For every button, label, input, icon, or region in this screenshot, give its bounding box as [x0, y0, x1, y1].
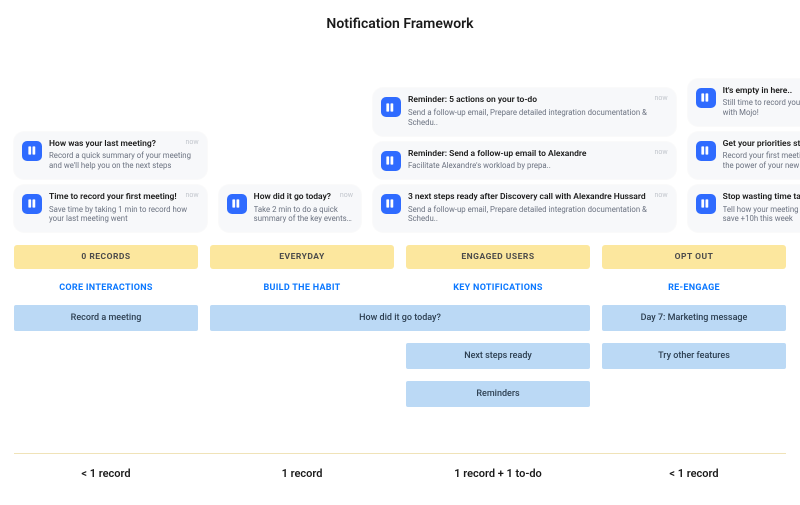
action-record-meeting: Record a meeting — [14, 305, 198, 331]
footer-label: 1 record — [210, 467, 394, 480]
notification-body: Save time by taking 1 min to record how … — [49, 205, 199, 224]
app-icon — [22, 141, 42, 161]
notification-body: Tell how your meeting went to Mojo and s… — [723, 205, 800, 224]
notification-title: How did it go today? — [254, 192, 353, 203]
footer-divider — [14, 453, 786, 454]
notification-card: Time to record your first meeting! Save t… — [14, 185, 207, 232]
notification-title: Reminder: 5 actions on your to-do — [408, 95, 668, 106]
footer-label: < 1 record — [602, 467, 786, 480]
notification-card: 3 next steps ready after Discovery call … — [373, 185, 676, 232]
notification-body: Facilitate Alexandre's workload by prepa… — [408, 161, 668, 171]
category-link: KEY NOTIFICATIONS — [406, 279, 590, 297]
notification-body: Take 2 min to do a quick summary of the … — [254, 205, 353, 224]
notification-body: Send a follow-up email, Prepare detailed… — [408, 205, 668, 224]
notification-title: It's empty in here.. — [723, 86, 800, 97]
page-title: Notification Framework — [0, 0, 800, 42]
app-icon — [381, 194, 401, 214]
footer-labels-row: < 1 record 1 record 1 record + 1 to-do <… — [0, 467, 800, 480]
app-icon — [227, 194, 247, 214]
category-links-row: CORE INTERACTIONS BUILD THE HABIT KEY NO… — [0, 279, 800, 297]
stage-chip: ENGAGED USERS — [406, 245, 590, 269]
action-boxes-area: Record a meeting How did it go today? Da… — [0, 305, 800, 415]
notification-time: now — [655, 94, 668, 102]
notification-time: now — [340, 191, 353, 199]
app-icon — [696, 88, 716, 108]
app-icon — [381, 97, 401, 117]
notification-time: now — [186, 138, 199, 146]
notification-body: Still time to record your first meeting … — [723, 98, 800, 117]
stage-chip: EVERYDAY — [210, 245, 394, 269]
app-icon — [22, 194, 42, 214]
notification-body: Send a follow-up email, Prepare detailed… — [408, 108, 668, 127]
notification-cards-area: How was your last meeting?Record a quick… — [0, 42, 800, 232]
notification-title: How was your last meeting? — [49, 139, 199, 150]
notification-time: now — [186, 191, 199, 199]
stage-chip: OPT OUT — [602, 245, 786, 269]
category-link: CORE INTERACTIONS — [14, 279, 198, 297]
notification-card: Reminder: 5 actions on your to-do Send a … — [373, 88, 676, 135]
notification-body: Record a quick summary of your meeting a… — [49, 151, 199, 170]
notification-card: How did it go today? Take 2 min to do a q… — [219, 185, 361, 232]
app-icon — [696, 194, 716, 214]
stage-chip: 0 RECORDS — [14, 245, 198, 269]
action-how-did-it-go: How did it go today? — [210, 305, 590, 331]
category-link: BUILD THE HABIT — [210, 279, 394, 297]
notification-time: now — [655, 148, 668, 156]
notification-body: Record your first meeting and unleash th… — [723, 151, 800, 170]
action-day7: Day 7: Marketing message — [602, 305, 786, 331]
action-reminders: Reminders — [406, 381, 590, 407]
action-next-steps: Next steps ready — [406, 343, 590, 369]
action-try-other: Try other features — [602, 343, 786, 369]
notification-title: Get your priorities straight — [723, 139, 800, 150]
app-icon — [696, 141, 716, 161]
notification-card: Get your priorities straightRecord your … — [688, 132, 800, 179]
footer-label: 1 record + 1 to-do — [406, 467, 590, 480]
notification-card: How was your last meeting?Record a quick… — [14, 132, 207, 179]
notification-title: Reminder: Send a follow-up email to Alex… — [408, 149, 668, 160]
notification-title: 3 next steps ready after Discovery call … — [408, 192, 668, 203]
notification-title: Stop wasting time taking notes — [723, 192, 800, 203]
notification-card: It's empty in here..Still time to record… — [688, 79, 800, 126]
notification-time: now — [655, 191, 668, 199]
footer-label: < 1 record — [14, 467, 198, 480]
stage-labels-row: 0 RECORDS EVERYDAY ENGAGED USERS OPT OUT — [0, 245, 800, 269]
notification-title: Time to record your first meeting! — [49, 192, 199, 203]
notification-card: Reminder: Send a follow-up email to Alex… — [373, 142, 676, 179]
notification-card: Stop wasting time taking notes Tell how y… — [688, 185, 800, 232]
category-link: RE-ENGAGE — [602, 279, 786, 297]
app-icon — [381, 151, 401, 171]
